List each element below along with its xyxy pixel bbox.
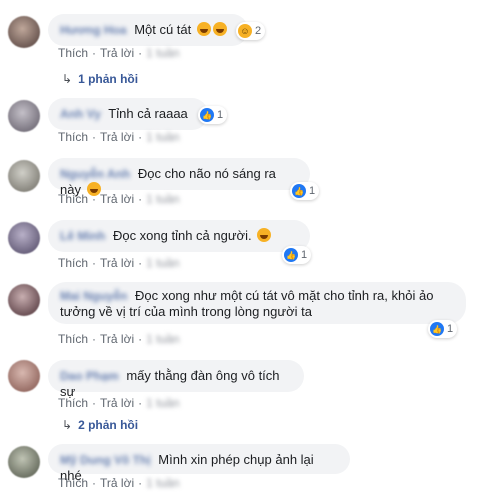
separator: ·	[92, 256, 97, 270]
laughing-emoji-icon	[196, 22, 211, 36]
timestamp[interactable]: 1 tuần	[146, 256, 179, 270]
like-link[interactable]: Thích	[58, 396, 88, 410]
comment-author[interactable]: Anh Vy	[60, 106, 101, 122]
comment-text: Đọc xong tỉnh cả người.	[112, 228, 252, 243]
comment-author[interactable]: Lê Minh	[60, 228, 105, 244]
separator: ·	[92, 130, 97, 144]
comment-author[interactable]: Hương Hoa	[60, 22, 127, 38]
comment-bubble: Mỹ Dung Võ Thị Mình xin phép chụp ảnh lạ…	[48, 444, 350, 483]
avatar[interactable]	[8, 360, 40, 392]
view-replies-link[interactable]: ↳ 1 phản hồi	[62, 72, 138, 86]
comment-bubble: Lê Minh Đọc xong tỉnh cả người.	[48, 220, 310, 252]
comment-actions: Thích · Trả lời · 1 tuần	[58, 46, 179, 60]
reply-link[interactable]: Trả lời	[100, 396, 134, 410]
reply-link[interactable]: Trả lời	[100, 130, 134, 144]
comment-actions: Thích · Trả lời · 1 tuần	[58, 192, 179, 206]
laughing-emoji-icon	[212, 22, 227, 36]
replies-count: 2 phản hồi	[78, 418, 139, 432]
reaction-count: 1	[447, 323, 454, 335]
separator: ·	[138, 332, 143, 346]
avatar[interactable]	[8, 16, 40, 48]
timestamp[interactable]: 1 tuần	[146, 192, 179, 206]
reply-arrow-icon: ↳	[62, 72, 73, 86]
avatar[interactable]	[8, 446, 40, 478]
comment-actions: Thích · Trả lời · 1 tuần	[58, 130, 179, 144]
avatar[interactable]	[8, 100, 40, 132]
reaction-badge[interactable]: 👍 1	[290, 182, 320, 200]
reply-link[interactable]: Trả lời	[100, 256, 134, 270]
like-link[interactable]: Thích	[58, 192, 88, 206]
comment-text: Tỉnh cả raaaa	[108, 106, 188, 121]
avatar[interactable]	[8, 222, 40, 254]
haha-reaction-icon: ☺	[238, 24, 252, 38]
separator: ·	[138, 476, 143, 490]
timestamp[interactable]: 1 tuần	[146, 396, 179, 410]
comment-actions: Thích · Trả lời · 1 tuần	[58, 332, 179, 346]
timestamp[interactable]: 1 tuần	[146, 476, 179, 490]
comment-text: Một cú tát	[134, 22, 192, 37]
reply-arrow-icon: ↳	[62, 418, 73, 432]
comment-actions: Thích · Trả lời · 1 tuần	[58, 476, 179, 490]
comment-bubble: Anh Vy Tỉnh cả raaaa	[48, 98, 208, 130]
like-reaction-icon: 👍	[292, 184, 306, 198]
reaction-count: 1	[217, 109, 224, 121]
like-reaction-icon: 👍	[200, 108, 214, 122]
separator: ·	[138, 256, 143, 270]
comment-bubble: Hương Hoa Một cú tát	[48, 14, 248, 46]
timestamp[interactable]: 1 tuần	[146, 130, 179, 144]
avatar[interactable]	[8, 284, 40, 316]
like-reaction-icon: 👍	[430, 322, 444, 336]
like-link[interactable]: Thích	[58, 476, 88, 490]
separator: ·	[92, 396, 97, 410]
like-link[interactable]: Thích	[58, 332, 88, 346]
comment-bubble: Dao Phạm mấy thằng đàn ông vô tích sự	[48, 360, 304, 399]
separator: ·	[138, 130, 143, 144]
laughing-emoji-icon	[257, 228, 272, 242]
reply-link[interactable]: Trả lời	[100, 46, 134, 60]
comment-bubble: Nguyễn Anh Đọc cho não nó sáng ra này	[48, 158, 310, 197]
reply-link[interactable]: Trả lời	[100, 332, 134, 346]
like-link[interactable]: Thích	[58, 256, 88, 270]
like-reaction-icon: 👍	[284, 248, 298, 262]
comment-author[interactable]: Nguyễn Anh	[60, 166, 130, 182]
like-link[interactable]: Thích	[58, 130, 88, 144]
separator: ·	[92, 46, 97, 60]
comment-author[interactable]: Mỹ Dung Võ Thị	[60, 452, 151, 468]
reaction-badge[interactable]: 👍 1	[282, 246, 312, 264]
comment-bubble: Mai Nguyễn Đọc xong như một cú tát vô mặ…	[48, 282, 466, 324]
reaction-count: 1	[309, 185, 316, 197]
reaction-badge[interactable]: ☺ 2	[236, 22, 266, 40]
reaction-badge[interactable]: 👍 1	[198, 106, 228, 124]
separator: ·	[138, 192, 143, 206]
timestamp[interactable]: 1 tuần	[146, 46, 179, 60]
separator: ·	[138, 46, 143, 60]
comment-actions: Thích · Trả lời · 1 tuần	[58, 256, 179, 270]
replies-count: 1 phản hồi	[78, 72, 139, 86]
reaction-count: 2	[255, 25, 262, 37]
separator: ·	[138, 396, 143, 410]
separator: ·	[92, 476, 97, 490]
comment-author[interactable]: Mai Nguyễn	[60, 288, 127, 304]
reaction-count: 1	[301, 249, 308, 261]
comment-actions: Thích · Trả lời · 1 tuần	[58, 396, 179, 410]
timestamp[interactable]: 1 tuần	[146, 332, 179, 346]
reply-link[interactable]: Trả lời	[100, 476, 134, 490]
view-replies-link[interactable]: ↳ 2 phản hồi	[62, 418, 138, 432]
separator: ·	[92, 332, 97, 346]
reply-link[interactable]: Trả lời	[100, 192, 134, 206]
like-link[interactable]: Thích	[58, 46, 88, 60]
avatar[interactable]	[8, 160, 40, 192]
reaction-badge[interactable]: 👍 1	[428, 320, 458, 338]
comment-author[interactable]: Dao Phạm	[60, 368, 119, 384]
separator: ·	[92, 192, 97, 206]
